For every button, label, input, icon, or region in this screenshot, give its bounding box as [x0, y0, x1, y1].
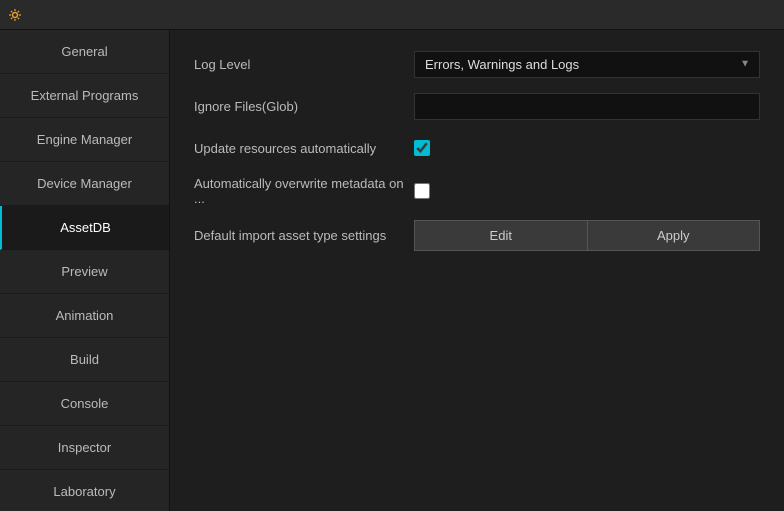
sidebar-item-laboratory[interactable]: Laboratory: [0, 470, 169, 511]
apply-button[interactable]: Apply: [588, 220, 761, 251]
settings-row-2: Update resources automatically: [194, 134, 760, 162]
title-bar-left: [8, 8, 28, 22]
settings-control-4: EditApply: [414, 220, 760, 251]
dropdown-wrapper-0: Errors, Warnings and LogsErrors OnlyWarn…: [414, 51, 760, 78]
content-area: Log LevelErrors, Warnings and LogsErrors…: [170, 30, 784, 511]
ignore-files-input[interactable]: [414, 93, 760, 120]
sidebar-item-general[interactable]: General: [0, 30, 169, 74]
settings-row-0: Log LevelErrors, Warnings and LogsErrors…: [194, 50, 760, 78]
sidebar-item-assetdb[interactable]: AssetDB: [0, 206, 169, 250]
settings-control-2: [414, 140, 760, 156]
settings-row-3: Automatically overwrite metadata on ...: [194, 176, 760, 206]
sidebar-item-engine-manager[interactable]: Engine Manager: [0, 118, 169, 162]
edit-button[interactable]: Edit: [414, 220, 588, 251]
settings-row-1: Ignore Files(Glob): [194, 92, 760, 120]
sidebar: GeneralExternal ProgramsEngine ManagerDe…: [0, 30, 170, 511]
settings-row-4: Default import asset type settingsEditAp…: [194, 220, 760, 251]
sidebar-item-animation[interactable]: Animation: [0, 294, 169, 338]
settings-label-4: Default import asset type settings: [194, 228, 414, 243]
main-layout: GeneralExternal ProgramsEngine ManagerDe…: [0, 30, 784, 511]
settings-control-1: [414, 93, 760, 120]
sidebar-item-external-programs[interactable]: External Programs: [0, 74, 169, 118]
sidebar-item-build[interactable]: Build: [0, 338, 169, 382]
settings-control-0: Errors, Warnings and LogsErrors OnlyWarn…: [414, 51, 760, 78]
checkbox-3[interactable]: [414, 183, 430, 199]
sidebar-item-preview[interactable]: Preview: [0, 250, 169, 294]
sidebar-item-inspector[interactable]: Inspector: [0, 426, 169, 470]
sidebar-item-console[interactable]: Console: [0, 382, 169, 426]
checkbox-2[interactable]: [414, 140, 430, 156]
title-bar: [0, 0, 784, 30]
button-group-4: EditApply: [414, 220, 760, 251]
sidebar-item-device-manager[interactable]: Device Manager: [0, 162, 169, 206]
settings-control-3: [414, 183, 760, 199]
preferences-icon: [8, 8, 22, 22]
settings-label-1: Ignore Files(Glob): [194, 99, 414, 114]
log-level-dropdown[interactable]: Errors, Warnings and LogsErrors OnlyWarn…: [414, 51, 760, 78]
settings-label-3: Automatically overwrite metadata on ...: [194, 176, 414, 206]
settings-label-0: Log Level: [194, 57, 414, 72]
settings-table: Log LevelErrors, Warnings and LogsErrors…: [194, 50, 760, 251]
settings-label-2: Update resources automatically: [194, 141, 414, 156]
